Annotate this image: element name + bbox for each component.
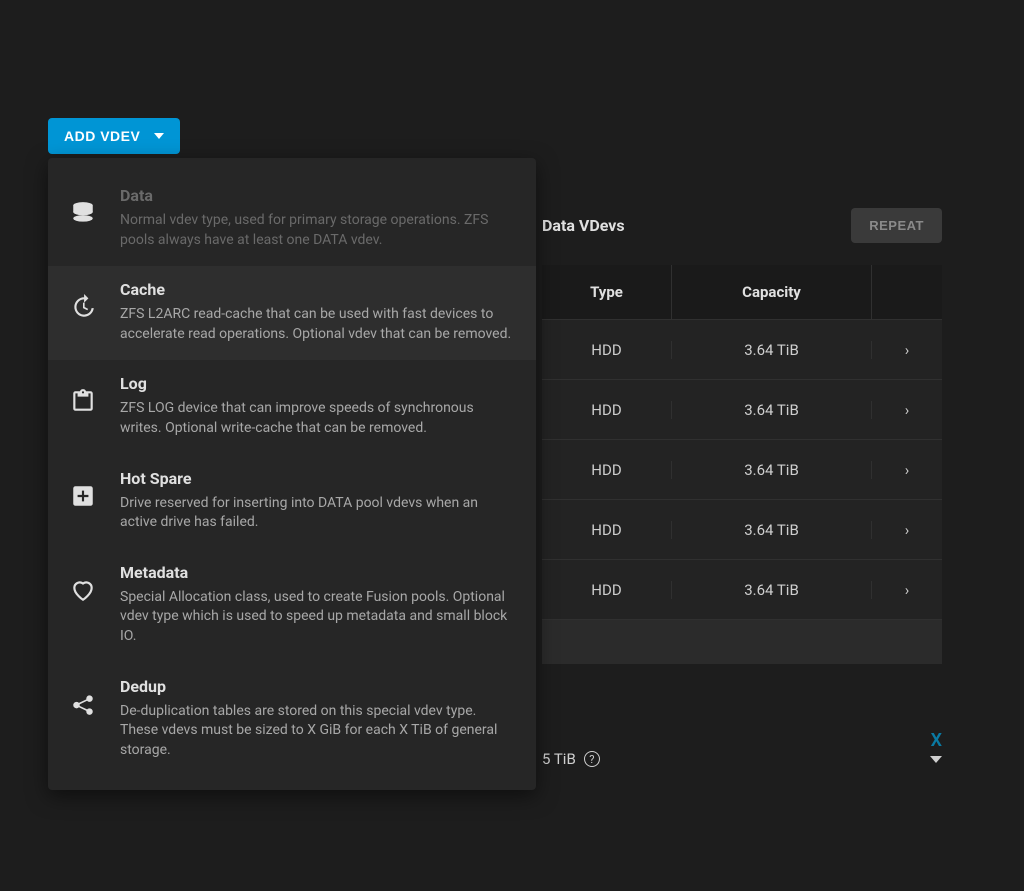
chevron-right-icon[interactable]: › (872, 461, 942, 479)
history-icon (68, 280, 98, 344)
share-icon (68, 677, 98, 761)
chevron-right-icon[interactable]: › (872, 581, 942, 599)
cell-type: HDD (542, 461, 672, 479)
menu-item-desc: Special Allocation class, used to create… (120, 588, 516, 647)
table-footer (542, 620, 942, 664)
panel-title: Data VDevs (542, 216, 625, 235)
heart-icon (68, 563, 98, 647)
menu-item-title: Dedup (120, 677, 516, 696)
cell-type: HDD (542, 521, 672, 539)
table-row: HDD3.64 TiB› (542, 380, 942, 440)
cell-type: HDD (542, 581, 672, 599)
add-vdev-button[interactable]: ADD VDEV (48, 118, 180, 154)
table-row: HDD3.64 TiB› (542, 320, 942, 380)
menu-item-desc: Drive reserved for inserting into DATA p… (120, 494, 516, 533)
close-x[interactable]: X (931, 730, 942, 751)
cell-capacity: 3.64 TiB (672, 461, 872, 479)
estimate-row: 5 TiB ? (542, 750, 942, 768)
cell-capacity: 3.64 TiB (672, 401, 872, 419)
help-icon[interactable]: ? (584, 751, 600, 767)
cell-capacity: 3.64 TiB (672, 341, 872, 359)
estimate-value: 5 TiB (542, 750, 576, 768)
col-header-type: Type (542, 265, 672, 319)
add-vdev-label: ADD VDEV (64, 128, 140, 144)
cell-capacity: 3.64 TiB (672, 521, 872, 539)
menu-item-log[interactable]: Log ZFS LOG device that can improve speed… (48, 360, 536, 454)
table-header: Type Capacity (542, 265, 942, 320)
menu-item-dedup[interactable]: Dedup De-duplication tables are stored on… (48, 663, 536, 777)
menu-item-desc: ZFS L2ARC read-cache that can be used wi… (120, 305, 516, 344)
repeat-button[interactable]: REPEAT (851, 208, 942, 243)
chevron-right-icon[interactable]: › (872, 521, 942, 539)
menu-item-cache[interactable]: Cache ZFS L2ARC read-cache that can be us… (48, 266, 536, 360)
menu-item-desc: ZFS LOG device that can improve speeds o… (120, 399, 516, 438)
menu-item-data: Data Normal vdev type, used for primary s… (48, 172, 536, 266)
cell-type: HDD (542, 341, 672, 359)
chevron-right-icon[interactable]: › (872, 341, 942, 359)
menu-item-title: Cache (120, 280, 516, 299)
expand-caret-icon[interactable] (930, 756, 942, 763)
menu-item-title: Data (120, 186, 516, 205)
menu-item-title: Metadata (120, 563, 516, 582)
data-vdevs-panel: Data VDevs REPEAT Type Capacity HDD3.64 … (542, 208, 942, 664)
table-row: HDD3.64 TiB› (542, 560, 942, 620)
menu-item-title: Hot Spare (120, 469, 516, 488)
vdevs-table: Type Capacity HDD3.64 TiB›HDD3.64 TiB›HD… (542, 265, 942, 664)
cell-type: HDD (542, 401, 672, 419)
menu-item-metadata[interactable]: Metadata Special Allocation class, used t… (48, 549, 536, 663)
caret-down-icon (154, 133, 164, 139)
table-row: HDD3.64 TiB› (542, 440, 942, 500)
menu-item-hot-spare[interactable]: Hot Spare Drive reserved for inserting in… (48, 455, 536, 549)
menu-item-title: Log (120, 374, 516, 393)
chevron-right-icon[interactable]: › (872, 401, 942, 419)
table-row: HDD3.64 TiB› (542, 500, 942, 560)
menu-item-desc: De-duplication tables are stored on this… (120, 702, 516, 761)
database-icon (68, 186, 98, 250)
cell-capacity: 3.64 TiB (672, 581, 872, 599)
col-header-capacity: Capacity (672, 265, 872, 319)
clipboard-icon (68, 374, 98, 438)
plus-box-icon (68, 469, 98, 533)
menu-item-desc: Normal vdev type, used for primary stora… (120, 211, 516, 250)
add-vdev-dropdown: Data Normal vdev type, used for primary s… (48, 158, 536, 790)
